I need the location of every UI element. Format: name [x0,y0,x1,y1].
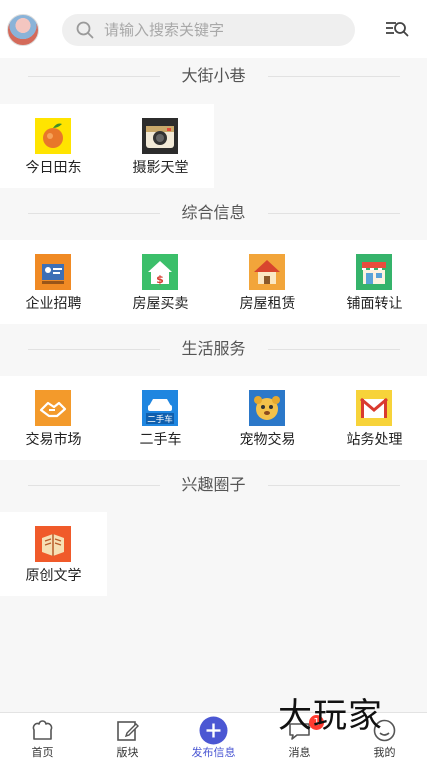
tile-jiaoyi-shichang[interactable]: 交易市场 [0,376,107,460]
tile-fangwu-zulin[interactable]: 房屋租赁 [214,240,321,324]
search-input[interactable]: 请输入搜索关键字 [62,14,355,46]
section-title-zonghe: 综合信息 [0,196,427,232]
shop-icon [356,254,392,290]
tile-ershouche[interactable]: 二手车 二手车 [107,376,214,460]
camera-icon [142,118,178,154]
home-icon [32,720,53,740]
mail-icon [356,390,392,426]
tile-sheying-tiantang[interactable]: 摄影天堂 [107,104,214,188]
tile-yuanchuang-wenxue[interactable]: 原创文学 [0,512,107,596]
user-avatar[interactable] [7,14,39,46]
section-title-shenghuo: 生活服务 [0,332,427,368]
recruitment-icon [35,254,71,290]
edit-board-icon [117,721,139,741]
handshake-icon [35,390,71,426]
tile-zhanwu-chuli[interactable]: 站务处理 [321,376,427,460]
search-placeholder: 请输入搜索关键字 [104,21,225,39]
tile-chongwu-jiaoyi[interactable]: 宠物交易 [214,376,321,460]
section-title-xingqu: 兴趣圈子 [0,468,427,504]
tile-fangwu-maimai[interactable]: $ 房屋买卖 [107,240,214,324]
tile-qiye-zhaopin[interactable]: 企业招聘 [0,240,107,324]
section-title-dajie: 大街小巷 [0,59,427,95]
tile-pumian-zhuanrang[interactable]: 铺面转让 [321,240,427,324]
nav-board[interactable]: 版块 [85,713,170,760]
app-header: 请输入搜索关键字 [0,0,427,58]
divider [268,213,400,214]
svg-text:二手车: 二手车 [147,414,173,425]
section-row-zonghe: 企业招聘 $ 房屋买卖 房屋租赁 铺面转让 [0,240,427,324]
tile-jinri-tiandong[interactable]: 今日田东 [0,104,107,188]
list-search-icon[interactable] [384,17,410,41]
used-car-icon: 二手车 [142,390,178,426]
house-rent-icon [249,254,285,290]
section-row-xingqu: 原创文学 [0,512,107,596]
house-sale-icon: $ [142,254,178,290]
svg-text:$: $ [156,273,164,286]
plus-circle-icon [199,716,228,745]
divider [268,349,400,350]
watermark-text: 大玩家 [278,696,383,736]
divider [268,485,400,486]
divider [268,76,400,77]
book-icon [35,526,71,562]
nav-publish[interactable]: 发布信息 [171,713,256,760]
section-row-dajie: 今日田东 摄影天堂 [0,104,214,188]
orange-fruit-icon [35,118,71,154]
search-icon [76,21,94,39]
nav-home[interactable]: 首页 [0,713,85,760]
section-row-shenghuo: 交易市场 二手车 二手车 宠物交易 站务处理 [0,376,427,460]
pet-icon [249,390,285,426]
